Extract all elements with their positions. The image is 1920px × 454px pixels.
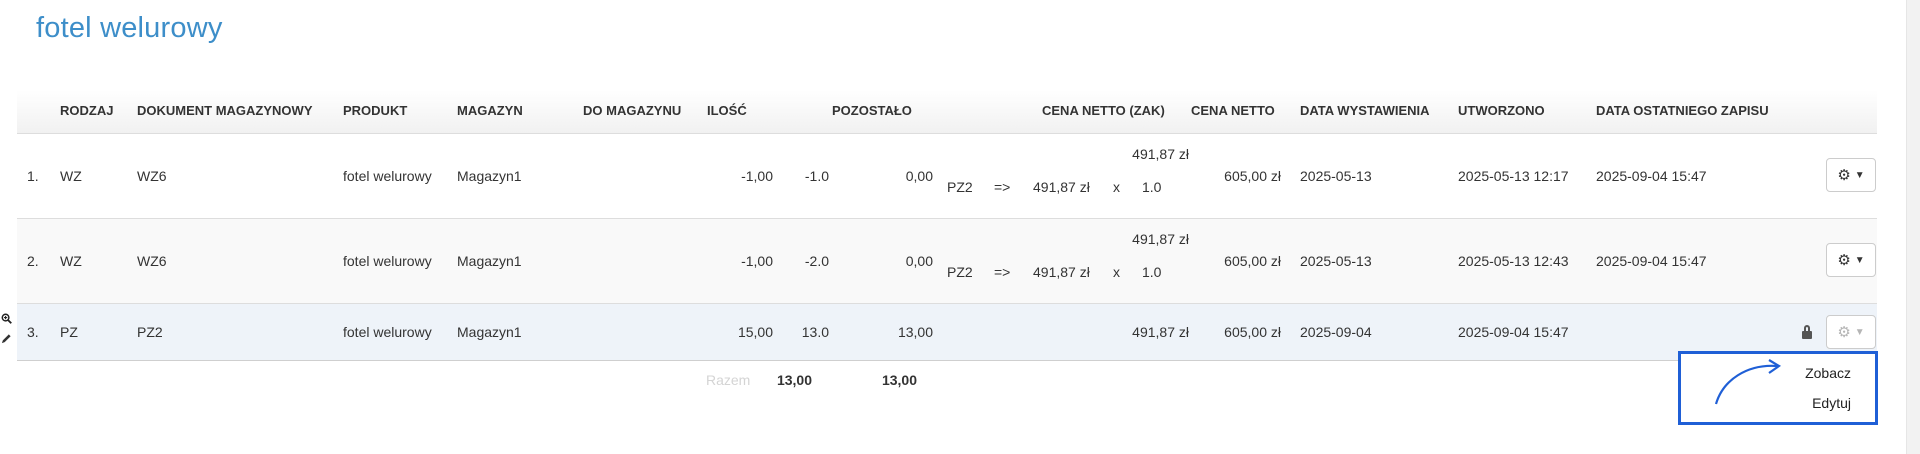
caret-down-icon: ▼	[1854, 169, 1865, 181]
col-ilosc[interactable]: ILOŚĆ	[707, 103, 747, 118]
totals-running: 13,00	[776, 372, 812, 388]
row-rodzaj: WZ	[60, 253, 82, 269]
row-zak-arrow: =>	[994, 264, 1011, 280]
table-header: RODZAJ DOKUMENT MAGAZYNOWY PRODUKT MAGAZ…	[17, 90, 1877, 134]
stock-movements-table: RODZAJ DOKUMENT MAGAZYNOWY PRODUKT MAGAZ…	[17, 90, 1877, 361]
col-do-magazynu[interactable]: DO MAGAZYNU	[583, 103, 681, 118]
row-dokument[interactable]: PZ2	[137, 324, 163, 340]
row-zak-arrow: =>	[994, 179, 1011, 195]
gear-icon: ⚙	[1837, 324, 1851, 341]
col-pozostalo[interactable]: POZOSTAŁO	[832, 103, 912, 118]
row-magazyn: Magazyn1	[457, 324, 522, 340]
row-magazyn: Magazyn1	[457, 168, 522, 184]
row-zak-qty: 1.0	[1142, 179, 1162, 195]
col-cena-zak[interactable]: CENA NETTO (ZAK)	[1042, 103, 1165, 118]
row-dokument[interactable]: WZ6	[137, 168, 167, 184]
row-zak-source-doc[interactable]: PZ2	[947, 179, 973, 195]
row-pozostalo: 13,00	[897, 324, 933, 340]
col-rodzaj[interactable]: RODZAJ	[60, 103, 113, 118]
row-actions-button[interactable]: ⚙ ▼	[1826, 315, 1876, 349]
row-data-wystawienia: 2025-05-13	[1300, 168, 1372, 184]
row-running-total: 13.0	[801, 324, 829, 340]
row-number: 1.	[27, 168, 39, 184]
row-cena-netto: 605,00 zł	[1224, 324, 1281, 340]
row-cena-zak: 491,87 zł	[1132, 324, 1189, 340]
row-utworzono: 2025-05-13 12:43	[1458, 253, 1569, 269]
page-title: fotel welurowy	[36, 12, 223, 44]
col-data-zapisu[interactable]: DATA OSTATNIEGO ZAPISU	[1596, 103, 1769, 118]
row-data-wystawienia: 2025-09-04	[1300, 324, 1372, 340]
row-cena-netto: 605,00 zł	[1224, 253, 1281, 269]
totals-pozostalo: 13,00	[881, 372, 917, 388]
col-produkt[interactable]: PRODUKT	[343, 103, 407, 118]
row-actions-button[interactable]: ⚙ ▼	[1826, 158, 1876, 192]
row-produkt[interactable]: fotel welurowy	[343, 253, 432, 269]
menu-item-edytuj[interactable]: Edytuj	[1812, 395, 1851, 411]
menu-item-zobacz[interactable]: Zobacz	[1805, 365, 1851, 381]
table-row[interactable]: 3. PZ PZ2 fotel welurowy Magazyn1 15,00 …	[17, 304, 1877, 361]
col-data-wystawienia[interactable]: DATA WYSTAWIENIA	[1300, 103, 1430, 118]
gear-icon: ⚙	[1837, 252, 1851, 269]
row-actions-menu: Zobacz Edytuj	[1678, 351, 1878, 425]
row-zak-times: x	[1113, 264, 1120, 280]
row-dokument[interactable]: WZ6	[137, 253, 167, 269]
col-utworzono[interactable]: UTWORZONO	[1458, 103, 1545, 118]
row-pozostalo: 0,00	[905, 168, 933, 184]
page-scrollbar[interactable]	[1906, 0, 1920, 454]
lock-icon	[1802, 325, 1812, 339]
row-cena-zak: 491,87 zł	[1132, 146, 1189, 162]
row-number: 2.	[27, 253, 39, 269]
row-running-total: -1.0	[804, 168, 829, 184]
zoom-in-icon[interactable]	[1, 313, 12, 324]
col-magazyn[interactable]: MAGAZYN	[457, 103, 523, 118]
caret-down-icon: ▼	[1854, 254, 1865, 266]
gear-icon: ⚙	[1837, 167, 1851, 184]
row-rodzaj: WZ	[60, 168, 82, 184]
row-data-wystawienia: 2025-05-13	[1300, 253, 1372, 269]
caret-down-icon: ▼	[1854, 326, 1865, 338]
col-dokument[interactable]: DOKUMENT MAGAZYNOWY	[137, 103, 313, 118]
row-data-zapisu: 2025-09-04 15:47	[1596, 253, 1707, 269]
row-utworzono: 2025-09-04 15:47	[1458, 324, 1569, 340]
table-row[interactable]: 1. WZ WZ6 fotel welurowy Magazyn1 -1,00 …	[17, 134, 1877, 219]
row-zak-times: x	[1113, 179, 1120, 195]
row-magazyn: Magazyn1	[457, 253, 522, 269]
row-utworzono: 2025-05-13 12:17	[1458, 168, 1569, 184]
pointer-arrow-icon	[1714, 359, 1782, 405]
table-row[interactable]: 2. WZ WZ6 fotel welurowy Magazyn1 -1,00 …	[17, 219, 1877, 304]
row-zak-source-doc[interactable]: PZ2	[947, 264, 973, 280]
col-cena-netto[interactable]: CENA NETTO	[1191, 103, 1275, 118]
totals-label: Razem	[706, 372, 751, 388]
row-pozostalo: 0,00	[905, 253, 933, 269]
row-ilosc: 15,00	[737, 324, 773, 340]
row-ilosc: -1,00	[741, 253, 773, 269]
row-zak-qty: 1.0	[1142, 264, 1162, 280]
row-running-total: -2.0	[804, 253, 829, 269]
row-zak-price: 491,87 zł	[1033, 179, 1090, 195]
row-cena-netto: 605,00 zł	[1224, 168, 1281, 184]
pencil-icon[interactable]	[1, 333, 12, 344]
row-actions-button[interactable]: ⚙ ▼	[1826, 243, 1876, 277]
row-zak-price: 491,87 zł	[1033, 264, 1090, 280]
row-data-zapisu: 2025-09-04 15:47	[1596, 168, 1707, 184]
row-ilosc: -1,00	[741, 168, 773, 184]
row-cena-zak: 491,87 zł	[1132, 231, 1189, 247]
row-number: 3.	[27, 324, 39, 340]
row-produkt[interactable]: fotel welurowy	[343, 324, 432, 340]
row-rodzaj: PZ	[60, 324, 78, 340]
row-produkt[interactable]: fotel welurowy	[343, 168, 432, 184]
